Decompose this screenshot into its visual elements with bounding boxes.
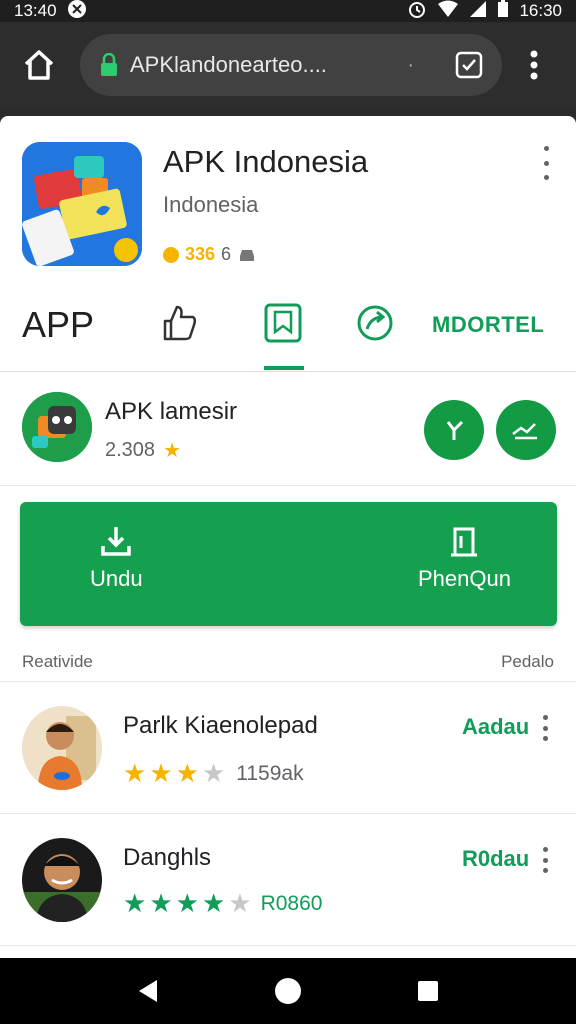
tab-bookmark[interactable] — [262, 302, 304, 344]
arrow-icon — [446, 420, 464, 440]
list-item-action[interactable]: Aadau — [462, 714, 529, 740]
list-item[interactable]: Danghls ★ ★ ★ ★ ★ R0860 R0dau — [0, 814, 576, 946]
developer-rating: 2.308 — [105, 439, 156, 461]
list-item-name: Parlk Kiaenolepad — [123, 712, 318, 739]
url-suffix: · — [407, 53, 414, 76]
app-more-button[interactable] — [536, 146, 556, 180]
section-left-label: Reativide — [22, 652, 93, 671]
notification-icon — [67, 0, 87, 24]
download-icon — [101, 527, 132, 556]
url-text: APKlandonearteo.... — [130, 52, 327, 77]
rating-text: R0860 — [260, 891, 323, 915]
avatar — [22, 838, 102, 922]
app-card: APK Indonesia Indonesia 336 6 APP MDORTE… — [0, 116, 576, 958]
app-meta: 336 6 — [163, 244, 257, 265]
list-item-name: Danghls — [123, 844, 212, 871]
tab-model[interactable]: MDORTEL — [432, 312, 544, 338]
developer-row: APK lamesir 2.308 ★ — [0, 374, 576, 486]
open-action[interactable]: PhenQun — [418, 524, 511, 592]
bookmark-icon — [264, 303, 302, 343]
rating-text: 1159ak — [236, 761, 304, 785]
lock-icon — [101, 53, 117, 76]
list-item-more-button[interactable] — [537, 847, 553, 873]
home-icon — [24, 50, 54, 80]
tab-switcher-icon[interactable] — [454, 50, 484, 80]
primary-action-button[interactable]: Undu PhenQun — [20, 502, 557, 626]
avatar — [22, 706, 102, 790]
developer-meta: 2.308 ★ — [105, 438, 181, 463]
section-right-link[interactable]: Pedalo — [501, 652, 554, 672]
back-icon[interactable] — [137, 978, 159, 1004]
wishlist-round-button[interactable] — [496, 400, 556, 460]
rating-stars: ★ ★ ★ ★ ★ R0860 — [123, 888, 323, 918]
wifi-icon — [437, 0, 459, 23]
list-item-more-button[interactable] — [537, 715, 553, 741]
car-icon — [240, 249, 255, 261]
browser-menu-button[interactable] — [524, 45, 544, 85]
open-icon — [451, 527, 478, 557]
recents-icon[interactable] — [417, 980, 439, 1002]
alarm-icon — [407, 0, 427, 24]
status-time: 13:40 — [14, 1, 57, 20]
thumbs-up-icon — [163, 305, 197, 341]
trend-icon — [512, 423, 537, 440]
status-right-time: 16:30 — [519, 1, 562, 20]
home-button[interactable] — [12, 38, 66, 92]
app-subtitle: Indonesia — [163, 192, 259, 217]
download-action[interactable]: Undu — [90, 524, 143, 592]
app-icon[interactable] — [22, 142, 142, 266]
star-icon: ★ — [163, 440, 181, 462]
meta-extra: 6 — [221, 244, 232, 264]
signal-icon — [469, 0, 487, 23]
developer-avatar[interactable] — [22, 392, 92, 462]
address-bar[interactable]: APKlandonearteo.... · — [80, 34, 502, 96]
download-label: Undu — [90, 566, 143, 591]
home-circle-icon[interactable] — [274, 977, 302, 1005]
status-bar: 13:40 16:30 — [0, 0, 576, 22]
coin-icon — [163, 246, 179, 263]
list-item[interactable]: Parlk Kiaenolepad ★ ★ ★ ★ 1159ak Aadau — [0, 682, 576, 814]
tab-share[interactable] — [354, 302, 396, 344]
meta-count: 336 — [185, 244, 216, 264]
tab-thumbs-up[interactable] — [158, 302, 200, 344]
app-title: APK Indonesia — [163, 144, 369, 179]
developer-name: APK lamesir — [105, 398, 238, 425]
install-round-button[interactable] — [424, 400, 484, 460]
more-vertical-icon — [530, 50, 538, 80]
tab-row: APP MDORTEL — [0, 290, 576, 372]
share-icon — [357, 305, 393, 341]
active-tab-indicator — [264, 366, 304, 370]
rating-stars: ★ ★ ★ ★ 1159ak — [123, 758, 304, 788]
section-header: Reativide Pedalo — [0, 640, 576, 682]
battery-icon — [497, 0, 509, 23]
browser-toolbar: APKlandonearteo.... · — [0, 22, 576, 122]
open-label: PhenQun — [418, 566, 511, 591]
app-header: APK Indonesia Indonesia 336 6 — [0, 116, 576, 286]
system-nav-bar — [0, 958, 576, 1024]
list-item-action[interactable]: R0dau — [462, 846, 529, 872]
tab-app[interactable]: APP — [22, 304, 94, 346]
